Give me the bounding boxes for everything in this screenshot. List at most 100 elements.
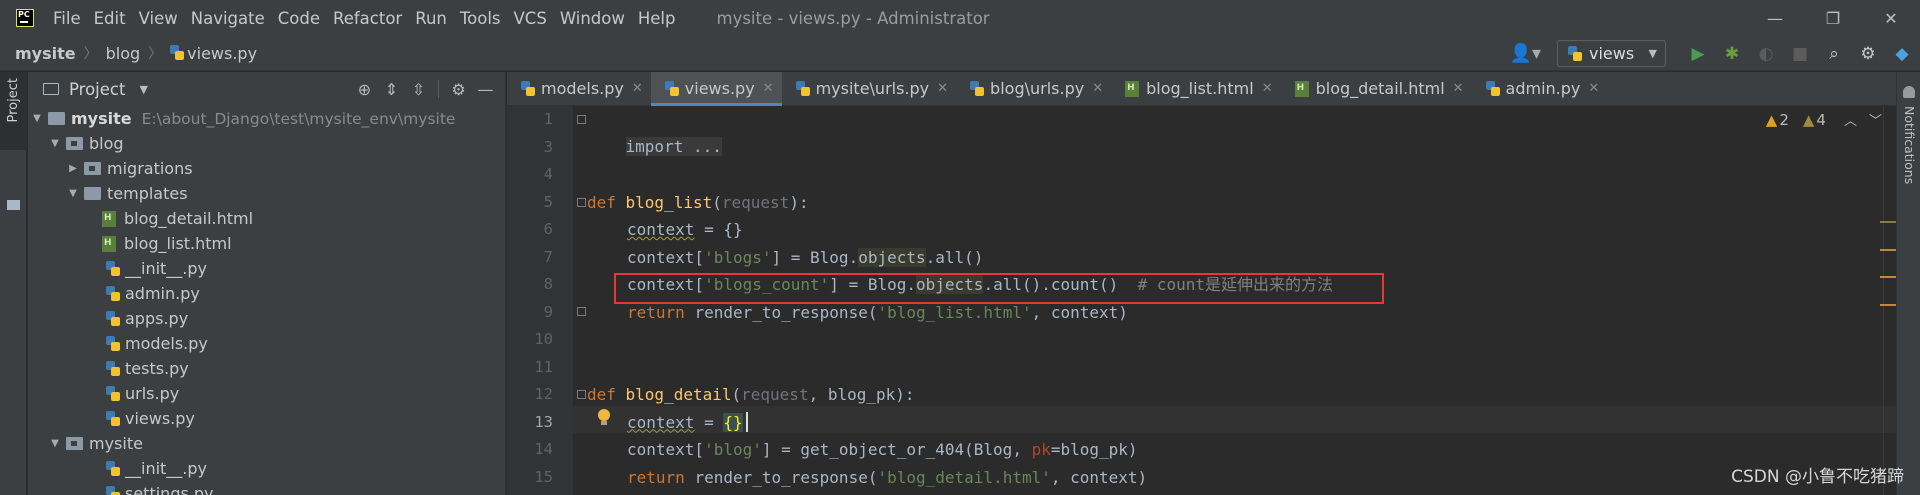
breadcrumb-file[interactable]: views.py [187, 44, 257, 63]
line-number: 13 [534, 412, 553, 431]
run-configuration-select[interactable]: views ▼ [1557, 40, 1666, 67]
close-icon[interactable]: ✕ [1453, 81, 1464, 96]
user-icon[interactable]: 👤▾ [1510, 43, 1541, 64]
tab-models-py[interactable]: models.py ✕ [507, 72, 651, 105]
menu-edit[interactable]: Edit [94, 9, 126, 28]
tab-views-py[interactable]: views.py ✕ [650, 72, 782, 106]
tab-blog-urls-py[interactable]: blog\urls.py ✕ [956, 72, 1111, 105]
menu-file[interactable]: File [53, 9, 81, 28]
close-icon[interactable]: ✕ [1262, 81, 1273, 96]
fold-icon[interactable] [577, 115, 586, 124]
jetbrains-toolbox-icon[interactable]: ◆ [1888, 40, 1916, 67]
expand-all-icon[interactable]: ⇕ [378, 80, 405, 99]
menu-run[interactable]: Run [415, 9, 447, 28]
tree-item-views-py[interactable]: views.py [28, 406, 506, 431]
chevron-right-icon[interactable]: ▶ [68, 163, 78, 174]
search-icon[interactable]: ⌕ [1820, 40, 1848, 67]
python-file-icon [664, 80, 679, 97]
tree-item-models-py[interactable]: models.py [28, 331, 506, 356]
tree-item-label: mysite [89, 434, 143, 453]
menu-vcs[interactable]: VCS [514, 9, 547, 28]
tree-item-apps-py[interactable]: apps.py [28, 306, 506, 331]
python-file-icon [106, 335, 120, 352]
breadcrumb-project[interactable]: mysite [15, 44, 76, 63]
menu-tools[interactable]: Tools [460, 9, 501, 28]
tree-item-label: blog [89, 134, 124, 153]
chevron-down-icon[interactable]: ﹀ [1869, 110, 1882, 129]
tab-blog-list-html[interactable]: blog_list.html ✕ [1111, 72, 1280, 105]
tree-item-label: apps.py [125, 309, 189, 328]
menu-help[interactable]: Help [638, 9, 676, 28]
tree-item-admin-py[interactable]: admin.py [28, 281, 506, 306]
project-tool-tab[interactable]: Project [0, 72, 27, 150]
project-panel-title[interactable]: Project [69, 80, 125, 99]
restore-button[interactable]: ❐ [1804, 0, 1862, 36]
code-token-param: request [721, 192, 790, 212]
close-icon[interactable]: ✕ [937, 81, 948, 96]
chevron-down-icon[interactable]: ▼ [139, 83, 147, 96]
error-stripe-marker[interactable] [1880, 304, 1896, 306]
menu-view[interactable]: View [139, 9, 178, 28]
close-icon[interactable]: ✕ [632, 81, 643, 96]
html-file-icon [102, 235, 116, 252]
chevron-down-icon[interactable]: ▼ [50, 438, 60, 449]
tree-item-tests-py[interactable]: tests.py [28, 356, 506, 381]
line-number: 11 [534, 357, 553, 376]
python-file-icon [970, 80, 985, 97]
notifications-icon[interactable] [1903, 86, 1915, 98]
coverage-icon[interactable]: ◐ [1752, 40, 1780, 67]
run-icon[interactable]: ▶ [1684, 40, 1712, 67]
fold-icon[interactable] [577, 390, 586, 399]
menu-navigate[interactable]: Navigate [191, 9, 265, 28]
menu-code[interactable]: Code [278, 9, 320, 28]
scrollbar-track[interactable] [1883, 106, 1884, 495]
chevron-up-icon[interactable]: ︿ [1844, 110, 1857, 129]
chevron-down-icon[interactable]: ▼ [68, 188, 78, 199]
menu-refactor[interactable]: Refactor [333, 9, 402, 28]
notifications-tab-label[interactable]: Notifications [1902, 106, 1917, 184]
window-controls: — ❐ ✕ [1746, 0, 1920, 36]
tree-item-mysite-init-py[interactable]: __init__.py [28, 456, 506, 481]
error-stripe-marker[interactable] [1880, 221, 1896, 223]
locate-icon[interactable]: ⊕ [351, 80, 378, 99]
gear-icon[interactable]: ⚙ [445, 80, 472, 99]
lightbulb-icon[interactable] [597, 409, 611, 427]
code-token: , context) [1050, 467, 1148, 487]
stop-icon[interactable]: ■ [1786, 40, 1814, 67]
tree-item-templates[interactable]: ▼ templates [28, 181, 506, 206]
code-editor[interactable]: import ... def blog_list(request): conte… [573, 106, 1920, 495]
tree-item-blog-list-html[interactable]: blog_list.html [28, 231, 506, 256]
gear-icon[interactable]: ⚙ [1854, 40, 1882, 67]
menu-window[interactable]: Window [560, 9, 625, 28]
tree-item-init-py[interactable]: __init__.py [28, 256, 506, 281]
tree-item-urls-py[interactable]: urls.py [28, 381, 506, 406]
close-icon[interactable]: ✕ [1092, 81, 1103, 96]
tree-item-blog[interactable]: ▼ blog [28, 131, 506, 156]
tree-item-mysite-package[interactable]: ▼ mysite [28, 431, 506, 456]
minimize-button[interactable]: — [1746, 0, 1804, 36]
error-stripe-marker[interactable] [1880, 276, 1896, 278]
inspection-widget[interactable]: ▲ 2 ▲ 4 ︿ ﹀ [1766, 106, 1882, 133]
close-icon[interactable]: ✕ [763, 81, 774, 96]
tab-blog-detail-html[interactable]: blog_detail.html ✕ [1281, 72, 1472, 105]
code-token-string: 'blog_list.html' [877, 302, 1032, 322]
tab-admin-py[interactable]: admin.py ✕ [1472, 72, 1608, 105]
close-button[interactable]: ✕ [1862, 0, 1920, 36]
breadcrumb-folder[interactable]: blog [106, 44, 141, 63]
fold-icon[interactable] [577, 198, 586, 207]
close-icon[interactable]: ✕ [1588, 81, 1599, 96]
error-stripe-marker[interactable] [1880, 249, 1896, 251]
tree-item-migrations[interactable]: ▶ migrations [28, 156, 506, 181]
hide-icon[interactable]: — [472, 80, 499, 99]
folder-icon[interactable] [7, 200, 20, 210]
fold-icon[interactable] [577, 307, 586, 316]
tree-item-mysite-root[interactable]: ▼ mysite E:\about_Django\test\mysite_env… [28, 106, 506, 131]
tree-item-settings-py[interactable]: settings.py [28, 481, 506, 495]
collapse-all-icon[interactable]: ⇳ [405, 80, 432, 99]
tree-item-blog-detail-html[interactable]: blog_detail.html [28, 206, 506, 231]
chevron-down-icon[interactable]: ▼ [50, 138, 60, 149]
chevron-down-icon[interactable]: ▼ [32, 113, 42, 124]
window-title: mysite - views.py - Administrator [716, 8, 990, 28]
tab-mysite-urls-py[interactable]: mysite\urls.py ✕ [782, 72, 956, 105]
debug-icon[interactable]: ✱ [1718, 40, 1746, 67]
